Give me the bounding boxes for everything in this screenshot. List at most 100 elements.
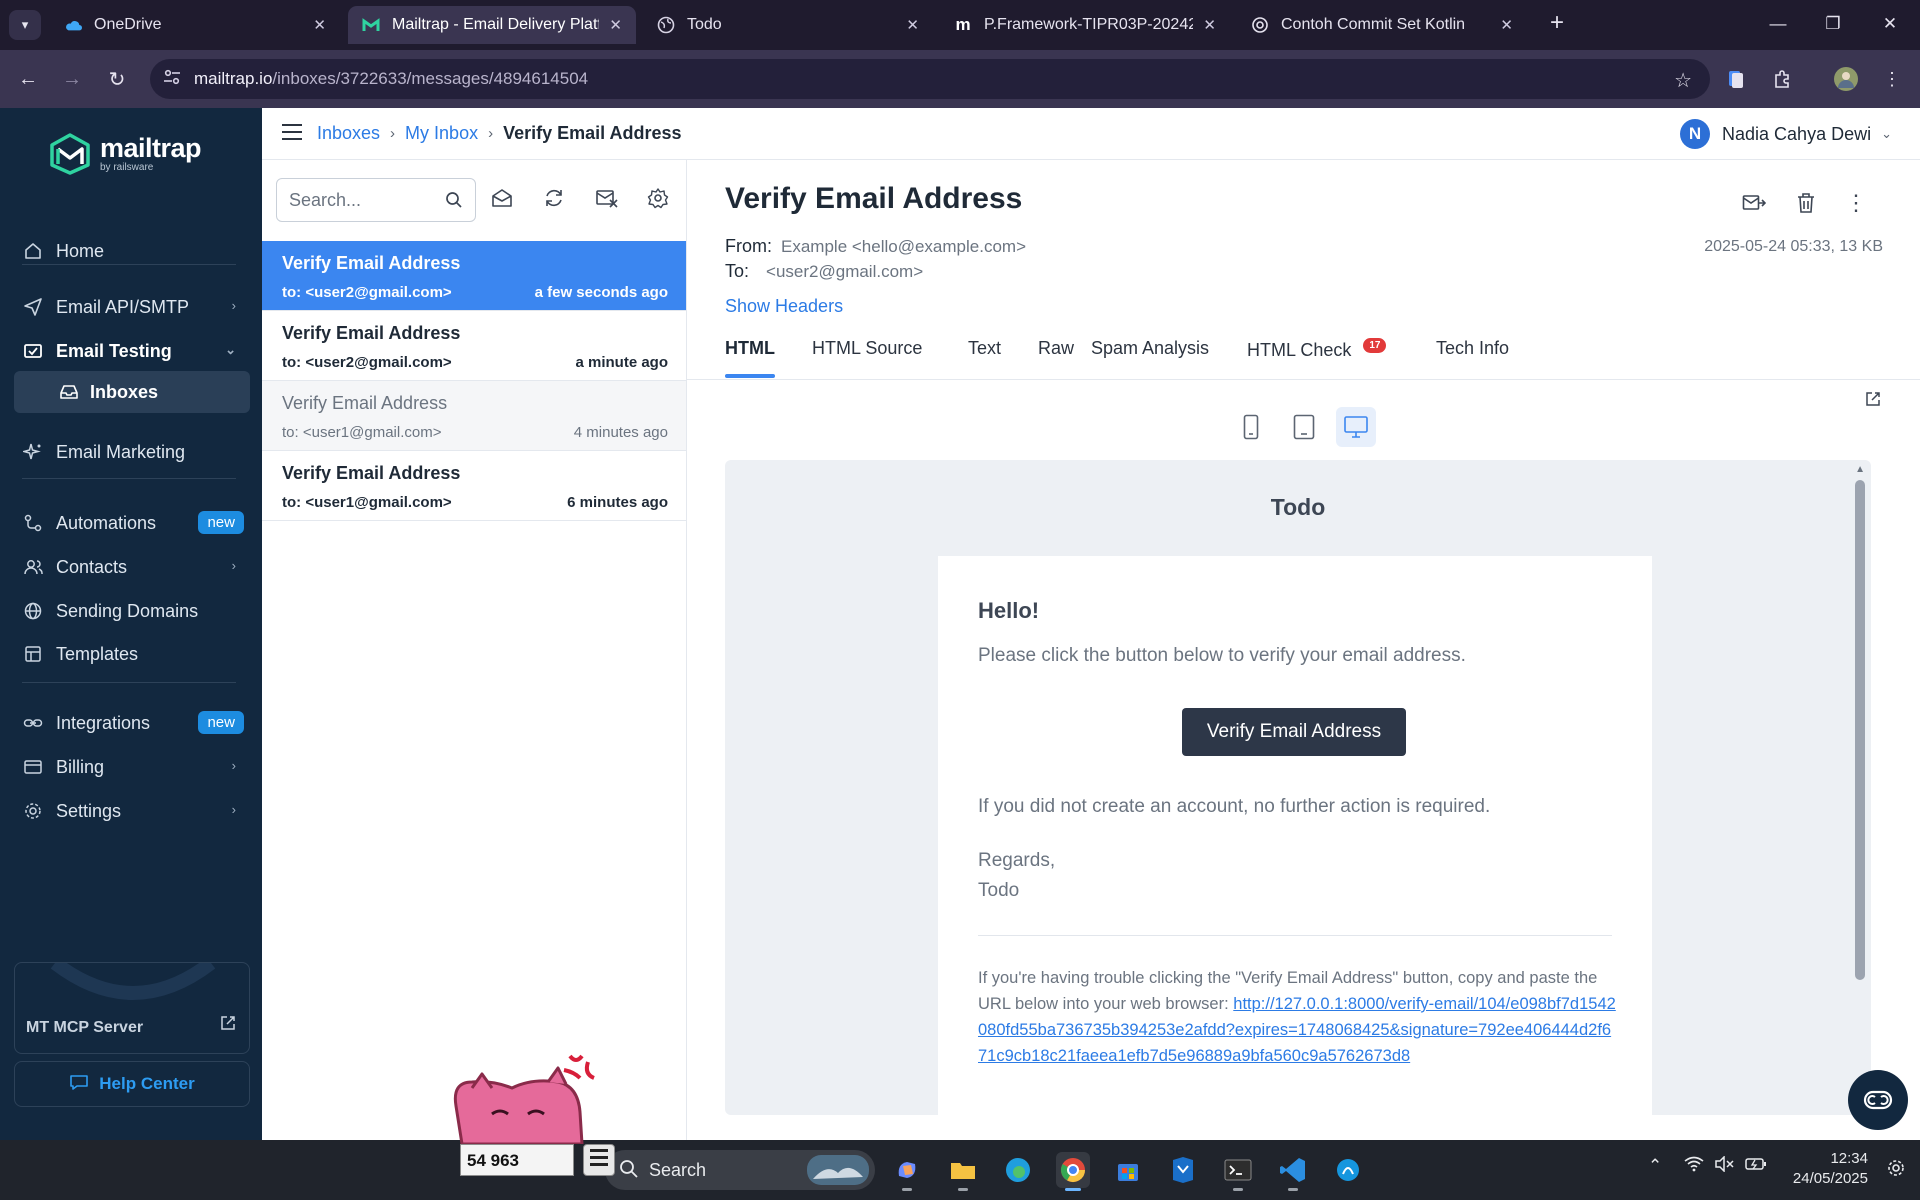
nav-templates[interactable]: Templates [12, 633, 250, 675]
nav-home[interactable]: Home [12, 230, 250, 272]
clean-inbox-icon[interactable] [595, 186, 619, 210]
sparkle-icon [22, 441, 44, 463]
chrome-icon[interactable] [1056, 1152, 1090, 1191]
list-item[interactable]: Verify Email Address to: <user1@gmail.co… [262, 381, 686, 451]
list-item[interactable]: Verify Email Address to: <user2@gmail.co… [262, 241, 686, 311]
close-tab-icon[interactable]: ✕ [313, 16, 326, 34]
nav-email-marketing[interactable]: Email Marketing [12, 431, 250, 473]
search-input[interactable] [289, 189, 429, 211]
chevron-right-icon: › [231, 802, 236, 817]
browser-tab-framework[interactable]: m P.Framework-TIPR03P-20242: P ✕ [940, 6, 1230, 44]
message-list-panel: Verify Email Address to: <user2@gmail.co… [262, 160, 687, 1140]
nav-billing[interactable]: Billing › [12, 746, 250, 788]
profile-avatar-icon[interactable] [1832, 65, 1860, 93]
avatar: N [1680, 119, 1711, 149]
preview-scrollbar[interactable] [1855, 480, 1865, 980]
mobile-view-icon[interactable] [1231, 407, 1271, 447]
nav-sending-domains[interactable]: Sending Domains [12, 590, 250, 632]
refresh-icon[interactable] [542, 186, 566, 210]
user-menu[interactable]: N Nadia Cahya Dewi ⌄ [1680, 119, 1892, 149]
bookmark-star-icon[interactable]: ☆ [1674, 68, 1692, 93]
nav-integrations[interactable]: Integrations new [12, 702, 250, 744]
edge-icon[interactable] [1001, 1152, 1035, 1188]
browser-tab-kotlin[interactable]: Contoh Commit Set Kotlin ✕ [1237, 6, 1527, 44]
breadcrumb-my-inbox[interactable]: My Inbox [405, 123, 478, 144]
volume-muted-icon[interactable] [1714, 1155, 1734, 1177]
tab-html-check[interactable]: HTML Check 17 [1247, 338, 1387, 361]
browser-menu-icon[interactable]: ⋮ [1878, 65, 1906, 93]
nav-automations[interactable]: Automations new [12, 502, 250, 544]
inbox-settings-icon[interactable] [646, 186, 670, 210]
wifi-icon[interactable] [1684, 1156, 1704, 1177]
extension-docs-icon[interactable] [1722, 65, 1750, 93]
vscode-icon[interactable] [1276, 1152, 1310, 1191]
site-info-icon[interactable] [150, 69, 194, 89]
search-icon[interactable] [445, 191, 463, 214]
tab-html[interactable]: HTML [725, 338, 775, 359]
nav-email-api[interactable]: Email API/SMTP › [12, 286, 250, 328]
app-icon[interactable] [1166, 1152, 1200, 1188]
reload-button[interactable]: ↻ [101, 64, 133, 94]
chat-widget-button[interactable] [1848, 1070, 1908, 1130]
terminal-icon[interactable] [1221, 1152, 1255, 1191]
forward-button[interactable]: → [56, 64, 88, 94]
new-tab-button[interactable]: + [1543, 10, 1571, 38]
list-item[interactable]: Verify Email Address to: <user1@gmail.co… [262, 451, 686, 521]
app-header: Inboxes › My Inbox › Verify Email Addres… [262, 108, 1920, 160]
minimize-button[interactable]: — [1758, 8, 1798, 40]
nav-inboxes[interactable]: Inboxes [14, 371, 250, 413]
close-tab-icon[interactable]: ✕ [1203, 16, 1216, 34]
tab-spam-analysis[interactable]: Spam Analysis [1091, 338, 1209, 359]
menu-toggle-icon[interactable] [282, 124, 302, 145]
notification-gear-icon[interactable] [1886, 1158, 1906, 1183]
more-options-icon[interactable]: ⋮ [1843, 190, 1869, 216]
show-headers-link[interactable]: Show Headers [725, 296, 843, 317]
open-in-new-window-icon[interactable] [1864, 390, 1882, 413]
help-center-button[interactable]: Help Center [14, 1061, 250, 1107]
system-clock[interactable]: 12:34 24/05/2025 [1793, 1149, 1868, 1189]
close-tab-icon[interactable]: ✕ [906, 16, 919, 34]
nav-contacts[interactable]: Contacts › [12, 546, 250, 588]
browser-tab-mailtrap[interactable]: Mailtrap - Email Delivery Platfor ✕ [348, 6, 636, 44]
nav-email-testing[interactable]: Email Testing ⌄ [12, 330, 250, 372]
app-circle-icon[interactable] [1331, 1152, 1365, 1188]
mark-read-icon[interactable] [490, 186, 514, 210]
search-box[interactable] [276, 178, 476, 222]
mcp-server-card[interactable]: MT MCP Server [14, 962, 250, 1054]
browser-tab-todo[interactable]: Todo ✕ [643, 6, 933, 44]
back-button[interactable]: ← [12, 64, 44, 94]
address-bar[interactable]: mailtrap.io/inboxes/3722633/messages/489… [150, 59, 1710, 99]
taskbar-search[interactable]: Search [605, 1150, 875, 1190]
restore-button[interactable]: ❐ [1813, 8, 1853, 40]
tab-raw[interactable]: Raw [1038, 338, 1074, 359]
chevron-right-icon: › [231, 558, 236, 573]
close-tab-icon[interactable]: ✕ [1500, 16, 1513, 34]
verify-email-button[interactable]: Verify Email Address [1182, 708, 1406, 756]
tab-search-dropdown[interactable]: ▾ [9, 10, 41, 40]
tray-chevron-up-icon[interactable]: ⌃ [1648, 1156, 1662, 1176]
mailtrap-logo[interactable]: mailtrap by railsware [48, 132, 202, 176]
external-link-icon[interactable] [219, 1014, 237, 1037]
file-explorer-icon[interactable] [946, 1152, 980, 1191]
active-tab-indicator [725, 374, 775, 378]
extensions-puzzle-icon[interactable] [1768, 65, 1796, 93]
scroll-up-icon[interactable]: ▲ [1855, 464, 1865, 475]
nav-settings[interactable]: Settings › [12, 790, 250, 832]
breadcrumb-current: Verify Email Address [503, 123, 682, 143]
list-item[interactable]: Verify Email Address to: <user2@gmail.co… [262, 311, 686, 381]
copilot-icon[interactable] [890, 1152, 924, 1191]
tab-html-source[interactable]: HTML Source [812, 338, 922, 359]
tab-tech-info[interactable]: Tech Info [1436, 338, 1509, 359]
close-window-button[interactable]: ✕ [1870, 8, 1910, 40]
browser-tab-onedrive[interactable]: OneDrive ✕ [50, 6, 340, 44]
desktop-view-icon[interactable] [1336, 407, 1376, 447]
breadcrumb-inboxes[interactable]: Inboxes [317, 123, 380, 144]
widget-menu-icon[interactable] [583, 1144, 615, 1176]
tab-text[interactable]: Text [968, 338, 1001, 359]
store-icon[interactable] [1111, 1152, 1145, 1188]
tablet-view-icon[interactable] [1284, 407, 1324, 447]
trash-icon[interactable] [1793, 190, 1819, 216]
close-tab-icon[interactable]: ✕ [609, 16, 622, 34]
forward-icon[interactable] [1741, 190, 1767, 216]
battery-icon[interactable] [1745, 1156, 1767, 1177]
